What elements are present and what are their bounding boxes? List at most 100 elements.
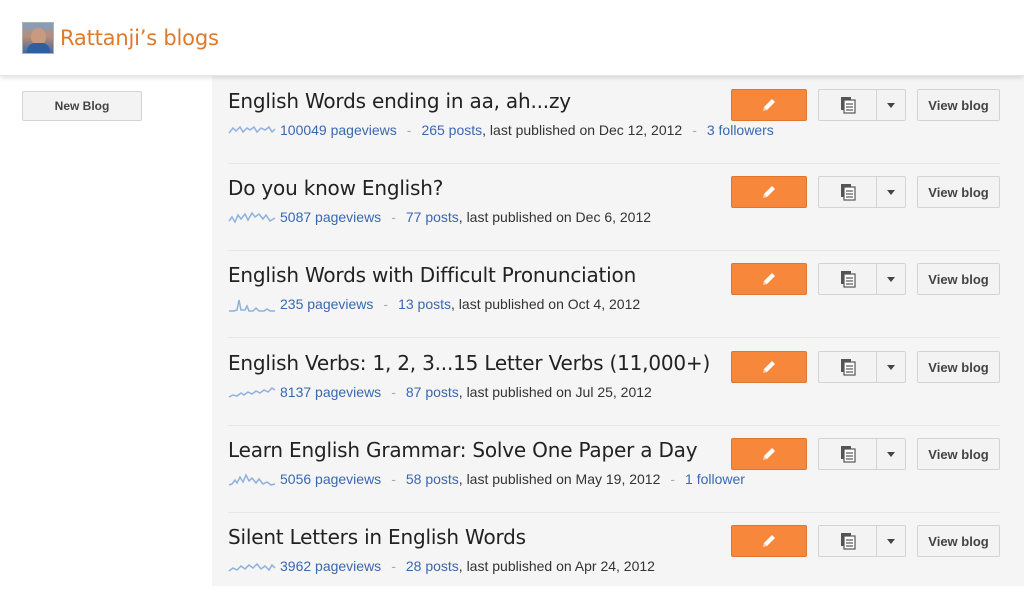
pageviews-link[interactable]: 100049 pageviews [280, 122, 397, 138]
posts-link[interactable]: 13 posts [398, 296, 451, 312]
pageviews-link[interactable]: 235 pageviews [280, 296, 373, 312]
pageviews-link[interactable]: 5056 pageviews [280, 471, 381, 487]
view-blog-button[interactable]: View blog [917, 176, 1000, 208]
pageviews-sparkline-icon [228, 211, 276, 224]
blog-row: English Words with Difficult Pronunciati… [228, 250, 1000, 338]
edit-button[interactable] [731, 525, 807, 557]
view-blog-button[interactable]: View blog [917, 351, 1000, 383]
view-blog-button[interactable]: View blog [917, 438, 1000, 470]
pencil-icon [763, 448, 775, 460]
chevron-down-icon [887, 276, 895, 282]
view-blog-button[interactable]: View blog [917, 263, 1000, 295]
posts-list-button[interactable] [819, 90, 877, 120]
posts-list-button-group [818, 438, 906, 470]
pageviews-sparkline-icon [228, 387, 276, 398]
view-blog-button[interactable]: View blog [917, 89, 1000, 121]
blog-title[interactable]: Learn English Grammar: Solve One Paper a… [228, 438, 698, 462]
pencil-icon [763, 186, 775, 198]
copy-pages-icon [840, 359, 856, 376]
page-title[interactable]: Rattanji’s blogs [60, 26, 219, 50]
copy-pages-icon [840, 184, 856, 201]
last-published-text: , last published on Jul 25, 2012 [458, 384, 652, 400]
pageviews-sparkline-icon [228, 562, 276, 572]
copy-pages-icon [840, 533, 856, 550]
last-published-text: , last published on Oct 4, 2012 [451, 296, 641, 312]
more-options-dropdown[interactable] [876, 439, 906, 469]
blog-row: English Verbs: 1, 2, 3...15 Letter Verbs… [228, 338, 1000, 426]
blog-title[interactable]: English Words ending in aa, ah...zy [228, 89, 571, 113]
posts-list-button[interactable] [819, 352, 877, 382]
blog-title[interactable]: English Words with Difficult Pronunciati… [228, 263, 636, 287]
posts-list-button[interactable] [819, 526, 877, 556]
blog-stats: 100049 pageviews -265 posts, last publish… [228, 122, 774, 138]
posts-link[interactable]: 58 posts [406, 471, 459, 487]
chevron-down-icon [887, 102, 895, 108]
pageviews-sparkline-icon [228, 473, 276, 486]
edit-button[interactable] [731, 89, 807, 121]
blog-title[interactable]: English Verbs: 1, 2, 3...15 Letter Verbs… [228, 351, 710, 375]
more-options-dropdown[interactable] [876, 90, 906, 120]
pencil-icon [763, 535, 775, 547]
posts-list-button-group [818, 351, 906, 383]
blog-title[interactable]: Silent Letters in English Words [228, 525, 526, 549]
more-options-dropdown[interactable] [876, 177, 906, 207]
posts-link[interactable]: 28 posts [406, 558, 459, 574]
pencil-icon [763, 361, 775, 373]
copy-pages-icon [840, 97, 856, 114]
last-published-text: , last published on Dec 6, 2012 [458, 209, 652, 225]
blog-row: Do you know English? 5087 pageviews -77 po… [228, 163, 1000, 251]
followers-link[interactable]: 1 follower [685, 471, 745, 487]
pageviews-link[interactable]: 5087 pageviews [280, 209, 381, 225]
top-header: Rattanji’s blogs [0, 0, 1024, 76]
avatar[interactable] [22, 22, 54, 54]
separator: - [406, 122, 412, 138]
pencil-icon [763, 99, 775, 111]
sidebar [0, 76, 212, 586]
blog-stats: 5056 pageviews -58 posts, last published … [228, 471, 745, 487]
blog-stats: 3962 pageviews -28 posts, last published … [228, 558, 655, 574]
copy-pages-icon [840, 271, 856, 288]
pageviews-link[interactable]: 8137 pageviews [280, 384, 381, 400]
posts-list-button-group [818, 176, 906, 208]
edit-button[interactable] [731, 351, 807, 383]
more-options-dropdown[interactable] [876, 264, 906, 294]
separator: - [383, 296, 389, 312]
posts-link[interactable]: 87 posts [406, 384, 459, 400]
chevron-down-icon [887, 451, 895, 457]
blog-row: English Words ending in aa, ah...zy 10004… [228, 76, 1000, 164]
separator: - [391, 558, 396, 574]
last-published-text: , last published on Dec 12, 2012 [482, 122, 683, 138]
last-published-text: , last published on May 19, 2012 [458, 471, 661, 487]
posts-list-button-group [818, 89, 906, 121]
pageviews-sparkline-icon [229, 299, 275, 312]
blog-title[interactable]: Do you know English? [228, 176, 443, 200]
copy-pages-icon [840, 446, 856, 463]
edit-button[interactable] [731, 176, 807, 208]
blog-stats: 5087 pageviews -77 posts, last published … [228, 209, 651, 225]
posts-list-button[interactable] [819, 177, 877, 207]
posts-list-button-group [818, 263, 906, 295]
view-blog-button[interactable]: View blog [917, 525, 1000, 557]
edit-button[interactable] [731, 263, 807, 295]
separator: - [391, 471, 396, 487]
pageviews-link[interactable]: 3962 pageviews [280, 558, 381, 574]
more-options-dropdown[interactable] [876, 526, 906, 556]
followers-link[interactable]: 3 followers [707, 122, 774, 138]
blog-stats: 235 pageviews -13 posts, last published o… [228, 296, 640, 312]
new-blog-button[interactable]: New Blog [22, 91, 142, 121]
more-options-dropdown[interactable] [876, 352, 906, 382]
separator: - [670, 471, 676, 487]
posts-link[interactable]: 265 posts [421, 122, 482, 138]
last-published-text: , last published on Apr 24, 2012 [458, 558, 655, 574]
separator: - [391, 384, 396, 400]
pageviews-sparkline-icon [228, 125, 276, 134]
posts-list-button[interactable] [819, 439, 877, 469]
pencil-icon [763, 273, 775, 285]
posts-list-button[interactable] [819, 264, 877, 294]
chevron-down-icon [887, 364, 895, 370]
posts-link[interactable]: 77 posts [406, 209, 459, 225]
blog-stats: 8137 pageviews -87 posts, last published … [228, 384, 652, 400]
edit-button[interactable] [731, 438, 807, 470]
chevron-down-icon [887, 538, 895, 544]
blog-row: Learn English Grammar: Solve One Paper a… [228, 425, 1000, 513]
